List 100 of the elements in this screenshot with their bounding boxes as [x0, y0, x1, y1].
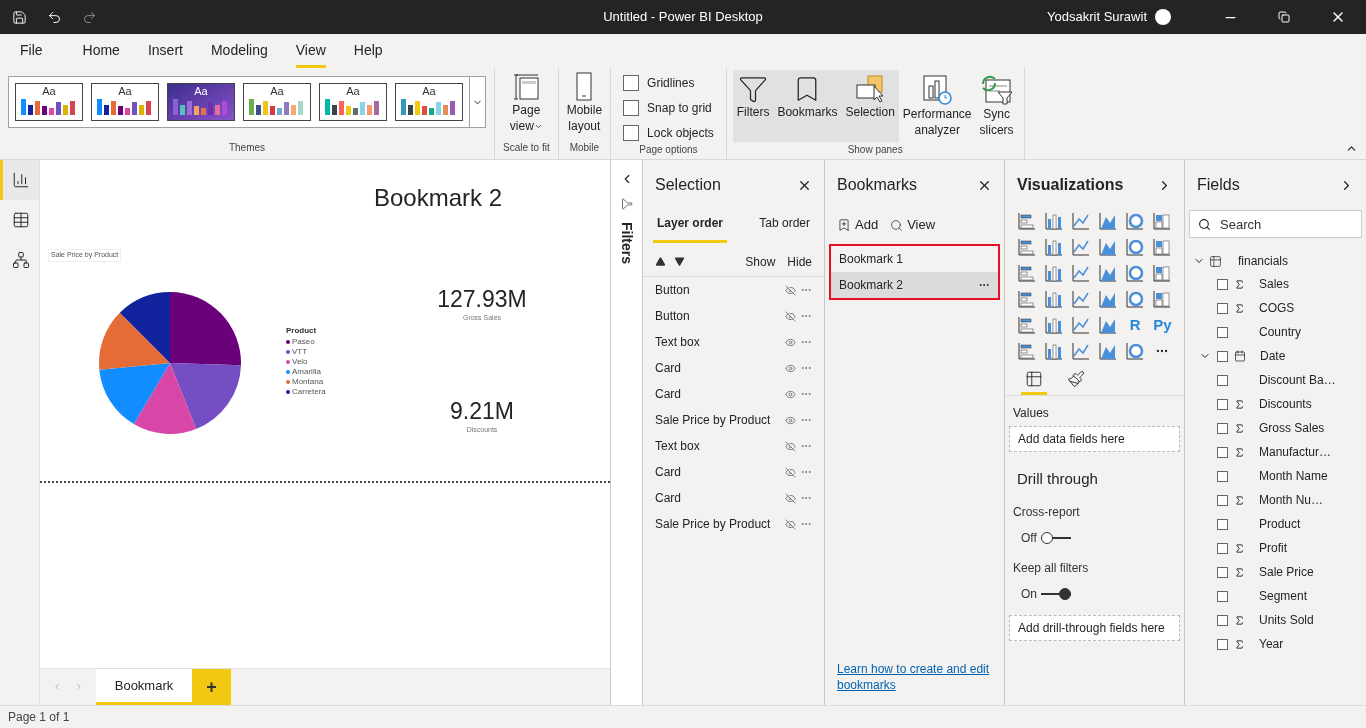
pane-toggle-button[interactable]: Bookmarks	[773, 70, 842, 142]
pane-tab[interactable]: Tab order	[755, 210, 814, 243]
field-item[interactable]: Profit	[1185, 536, 1366, 560]
checkbox[interactable]	[1217, 326, 1228, 338]
layer-item[interactable]: Text box	[643, 329, 824, 355]
field-item[interactable]: Month Nu…	[1185, 488, 1366, 512]
drop-field[interactable]: Add data fields here	[1009, 426, 1180, 452]
drop-field[interactable]: Add drill-through fields here	[1009, 614, 1180, 641]
checkbox[interactable]	[1217, 302, 1228, 314]
layer-item[interactable]: Card	[643, 459, 824, 485]
mobile-layout-button[interactable]: Mobile layout	[566, 72, 603, 134]
menu-tab[interactable]: Help	[353, 40, 383, 68]
toggle-switch[interactable]	[1040, 532, 1071, 543]
checkbox[interactable]	[1217, 398, 1228, 410]
menu-tab[interactable]: Insert	[147, 40, 183, 68]
checkbox[interactable]	[1217, 446, 1228, 458]
bookmark-item[interactable]: Bookmark 1	[831, 246, 998, 272]
field-item[interactable]: Discounts	[1185, 392, 1366, 416]
field-item[interactable]: Product	[1185, 512, 1366, 536]
add-page-button[interactable]: +	[192, 669, 231, 705]
pane-tab[interactable]: Layer order	[653, 210, 728, 243]
theme-swatch[interactable]: Aa	[167, 83, 235, 121]
checkbox[interactable]	[1217, 374, 1228, 386]
eye-slash-icon[interactable]	[785, 284, 796, 296]
eye-slash-icon[interactable]	[785, 466, 796, 478]
field-item[interactable]: Units Sold	[1185, 608, 1366, 632]
checkbox[interactable]	[623, 100, 640, 116]
eye-icon[interactable]	[785, 336, 796, 348]
checkbox[interactable]	[1217, 518, 1228, 530]
view-button[interactable]: View	[890, 215, 936, 235]
page-view-button[interactable]: Page view	[509, 72, 543, 134]
layer-item[interactable]: Card	[643, 381, 824, 407]
pane-toggle-button[interactable]: Selection	[841, 70, 899, 142]
pane-toggle-button[interactable]: Sync slicers	[975, 70, 1018, 142]
theme-swatch[interactable]: Aa	[395, 83, 463, 121]
theme-swatch[interactable]: Aa	[243, 83, 311, 121]
eye-icon[interactable]	[785, 362, 796, 374]
filters-strip[interactable]: Filters	[610, 160, 643, 705]
layer-item[interactable]: Button	[643, 277, 824, 303]
checkbox[interactable]	[1217, 566, 1228, 578]
layer-item[interactable]: Sale Price by Product	[643, 511, 824, 537]
layer-item[interactable]: Card	[643, 355, 824, 381]
eye-slash-icon[interactable]	[785, 440, 796, 452]
checkbox[interactable]	[1217, 638, 1228, 650]
view-switch-button[interactable]	[0, 160, 39, 200]
layer-item[interactable]: Text box	[643, 433, 824, 459]
field-item[interactable]: Year	[1185, 632, 1366, 656]
pane-toggle-button[interactable]: Performance analyzer	[898, 70, 976, 142]
field-item[interactable]: Segment	[1185, 584, 1366, 608]
pane-toggle-button[interactable]: Filters	[732, 70, 774, 142]
checkbox[interactable]	[1217, 614, 1228, 626]
search-field[interactable]: Search	[1189, 210, 1362, 238]
menu-tab[interactable]: Modeling	[210, 40, 268, 68]
checkbox[interactable]	[1217, 422, 1228, 434]
checkbox[interactable]	[1217, 470, 1228, 482]
eye-icon[interactable]	[785, 414, 796, 426]
eye-slash-icon[interactable]	[785, 310, 796, 322]
menu-tab[interactable]: Home	[82, 40, 120, 68]
hide-all-button[interactable]: Hide	[787, 252, 812, 271]
menu-tab[interactable]: View	[295, 40, 326, 68]
bookmark-item[interactable]: Bookmark 2	[831, 272, 998, 298]
checkbox[interactable]	[1217, 350, 1228, 362]
menu-tab[interactable]: File	[20, 40, 43, 68]
help-link[interactable]: Learn how to create and edit bookmarks	[837, 661, 992, 693]
field-item[interactable]: Discount Ba…	[1185, 368, 1366, 392]
undo-icon[interactable]	[47, 9, 62, 25]
field-item[interactable]: Country	[1185, 320, 1366, 344]
move-down-icon[interactable]	[674, 256, 685, 267]
checkbox[interactable]	[623, 125, 640, 141]
avatar[interactable]	[1155, 9, 1171, 25]
field-item[interactable]: Gross Sales	[1185, 416, 1366, 440]
move-up-icon[interactable]	[655, 256, 666, 267]
eye-slash-icon[interactable]	[785, 492, 796, 504]
restore-icon[interactable]	[1278, 11, 1290, 23]
layer-item[interactable]: Button	[643, 303, 824, 329]
field-item[interactable]: Month Name	[1185, 464, 1366, 488]
field-item[interactable]: Sales	[1185, 272, 1366, 296]
checkbox[interactable]	[1217, 278, 1228, 290]
layer-item[interactable]: Sale Price by Product	[643, 407, 824, 433]
field-item[interactable]: Manufactur…	[1185, 440, 1366, 464]
theme-swatch[interactable]: Aa	[15, 83, 83, 121]
save-icon[interactable]	[12, 9, 27, 25]
field-item[interactable]: COGS	[1185, 296, 1366, 320]
layer-item[interactable]: Card	[643, 485, 824, 511]
toggle-switch[interactable]	[1041, 588, 1071, 599]
field-item[interactable]: Sale Price	[1185, 560, 1366, 584]
theme-swatch[interactable]: Aa	[319, 83, 387, 121]
checkbox[interactable]	[1217, 542, 1228, 554]
eye-icon[interactable]	[785, 388, 796, 400]
page-tab[interactable]: Bookmark	[96, 669, 192, 705]
checkbox[interactable]	[623, 75, 640, 91]
search-icon	[1198, 218, 1211, 231]
field-item[interactable]: Date	[1185, 344, 1366, 368]
theme-swatch[interactable]: Aa	[91, 83, 159, 121]
checkbox[interactable]	[1217, 590, 1228, 602]
pane-tab[interactable]	[1021, 370, 1047, 395]
add-bookmark-button[interactable]: Add	[837, 215, 879, 235]
show-all-button[interactable]: Show	[745, 252, 776, 271]
checkbox[interactable]	[1217, 494, 1228, 506]
eye-slash-icon[interactable]	[785, 518, 796, 530]
